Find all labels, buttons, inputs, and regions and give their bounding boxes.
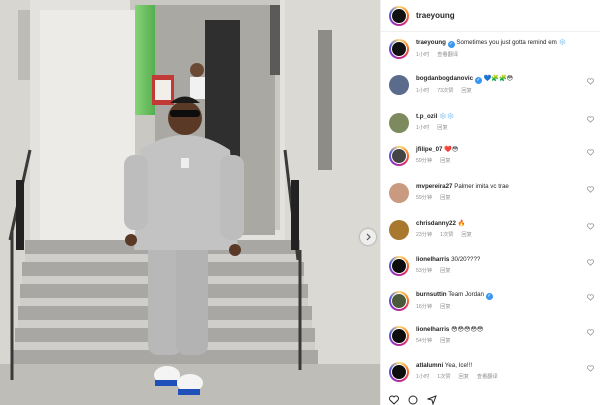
reply-button[interactable]: 回复 (461, 231, 471, 239)
photo-scene (0, 0, 380, 405)
list-item: lionelharris 😳😳😳😳😳 54分钟 回复 (389, 326, 594, 346)
comment-username[interactable]: atlalumni (416, 362, 443, 369)
list-item: atlalumni Yea, Ice!!! 1小时 1次赞 回复 查看翻译 (389, 362, 594, 382)
comment-avatar[interactable] (389, 183, 409, 203)
heart-icon[interactable] (587, 78, 594, 85)
comment-text: Palmer imita vc trae (454, 183, 509, 190)
caption-row: traeyoung ✓ Sometimes you just gotta rem… (389, 39, 594, 59)
list-item: lionelharris 30/20???? 53分钟 回复 (389, 256, 594, 276)
comment-text: 30/20???? (451, 256, 481, 263)
comment-username[interactable]: lionelharris (416, 326, 449, 333)
comment-avatar[interactable] (389, 362, 409, 382)
comment-bubble-icon[interactable] (408, 395, 418, 405)
reply-button[interactable]: 回复 (440, 267, 450, 275)
reply-button[interactable]: 回复 (440, 194, 450, 202)
author-avatar[interactable] (389, 5, 409, 26)
comment-time: 59分钟 (416, 158, 433, 164)
comment-avatar[interactable] (389, 326, 409, 346)
comment-time: 54分钟 (416, 338, 433, 344)
verified-badge-icon: ✓ (447, 41, 455, 48)
comments-panel: traeyoung traeyoung ✓ Sometimes you just… (380, 0, 600, 405)
heart-icon[interactable] (587, 116, 594, 123)
caption-emoji: ❄️ (558, 39, 567, 46)
comment-username[interactable]: lionelharris (416, 256, 449, 263)
list-item: t.p_ozil ❄️❄️ 1小时 回复 (389, 113, 594, 133)
list-item: mvpereira27 Palmer imita vc trae 59分钟 回复 (389, 183, 594, 203)
author-username[interactable]: traeyoung (416, 11, 455, 20)
caption-avatar[interactable] (389, 39, 409, 59)
comment-time: 53分钟 (416, 268, 433, 274)
heart-icon[interactable] (587, 186, 594, 193)
share-icon[interactable] (427, 395, 437, 405)
reply-button[interactable]: 回复 (461, 87, 471, 95)
heart-icon[interactable] (587, 259, 594, 266)
comment-list: traeyoung ✓ Sometimes you just gotta rem… (381, 33, 600, 395)
comment-username[interactable]: jfilipe_07 (416, 146, 442, 153)
comment-avatar[interactable] (389, 146, 409, 166)
comment-text: 🔥 (457, 220, 466, 227)
caption-time: 1小时 (416, 52, 430, 58)
verified-badge-icon: ✓ (474, 77, 482, 84)
caption-username[interactable]: traeyoung (416, 39, 446, 46)
caption-text: Sometimes you just gotta remind em (456, 39, 557, 46)
comment-avatar[interactable] (389, 220, 409, 240)
like-heart-icon[interactable] (389, 395, 399, 405)
reply-button[interactable]: 回复 (440, 303, 450, 311)
reply-button[interactable]: 回复 (440, 157, 450, 165)
comment-text: ❄️❄️ (439, 113, 455, 120)
see-translation-link[interactable]: 查看翻译 (477, 373, 498, 381)
list-item: bogdanbogdanovic ✓ 💙🧩🧩😳 1小时 73次赞 回复 (389, 75, 594, 95)
comment-avatar[interactable] (389, 113, 409, 133)
comment-text: ❤️😳 (444, 146, 459, 153)
comment-time: 16分钟 (416, 304, 433, 310)
comment-username[interactable]: chrisdanny22 (416, 220, 456, 227)
comment-avatar[interactable] (389, 256, 409, 276)
list-item: jfilipe_07 ❤️😳 59分钟 回复 (389, 146, 594, 166)
heart-icon[interactable] (587, 223, 594, 230)
see-translation-link[interactable]: 查看翻译 (437, 51, 458, 59)
post-header: traeyoung (381, 0, 600, 32)
list-item: chrisdanny22 🔥 23分钟 1次赞 回复 (389, 220, 594, 240)
next-photo-button[interactable] (360, 229, 376, 245)
comment-text: Team Jordan (448, 291, 484, 298)
comment-time: 1小时 (416, 374, 430, 380)
comment-likes[interactable]: 1次赞 (437, 373, 450, 381)
chevron-right-icon (366, 233, 371, 241)
comment-avatar[interactable] (389, 75, 409, 95)
list-item: burnsuttin Team Jordan ✓ 16分钟 回复 (389, 291, 594, 311)
comment-time: 59分钟 (416, 195, 433, 201)
reply-button[interactable]: 回复 (440, 337, 450, 345)
comment-time: 23分钟 (416, 232, 433, 238)
post-actions (389, 395, 437, 405)
comment-username[interactable]: bogdanbogdanovic (416, 75, 473, 82)
comment-likes[interactable]: 1次赞 (440, 231, 453, 239)
comment-time: 1小时 (416, 125, 430, 131)
reply-button[interactable]: 回复 (437, 124, 447, 132)
comment-username[interactable]: burnsuttin (416, 291, 447, 298)
heart-icon[interactable] (587, 329, 594, 336)
comment-text: 💙🧩🧩😳 (483, 75, 514, 82)
post-photo (0, 0, 380, 405)
comment-text: 😳😳😳😳😳 (451, 326, 484, 333)
heart-icon[interactable] (587, 149, 594, 156)
heart-icon[interactable] (587, 365, 594, 372)
comment-time: 1小时 (416, 88, 430, 94)
comment-username[interactable]: mvpereira27 (416, 183, 452, 190)
comment-text: Yea, Ice!!! (444, 362, 473, 369)
verified-badge-icon: ✓ (485, 293, 493, 300)
comment-likes[interactable]: 73次赞 (437, 87, 453, 95)
comment-username[interactable]: t.p_ozil (416, 113, 437, 120)
heart-icon[interactable] (587, 294, 594, 301)
reply-button[interactable]: 回复 (459, 373, 469, 381)
comment-avatar[interactable] (389, 291, 409, 311)
